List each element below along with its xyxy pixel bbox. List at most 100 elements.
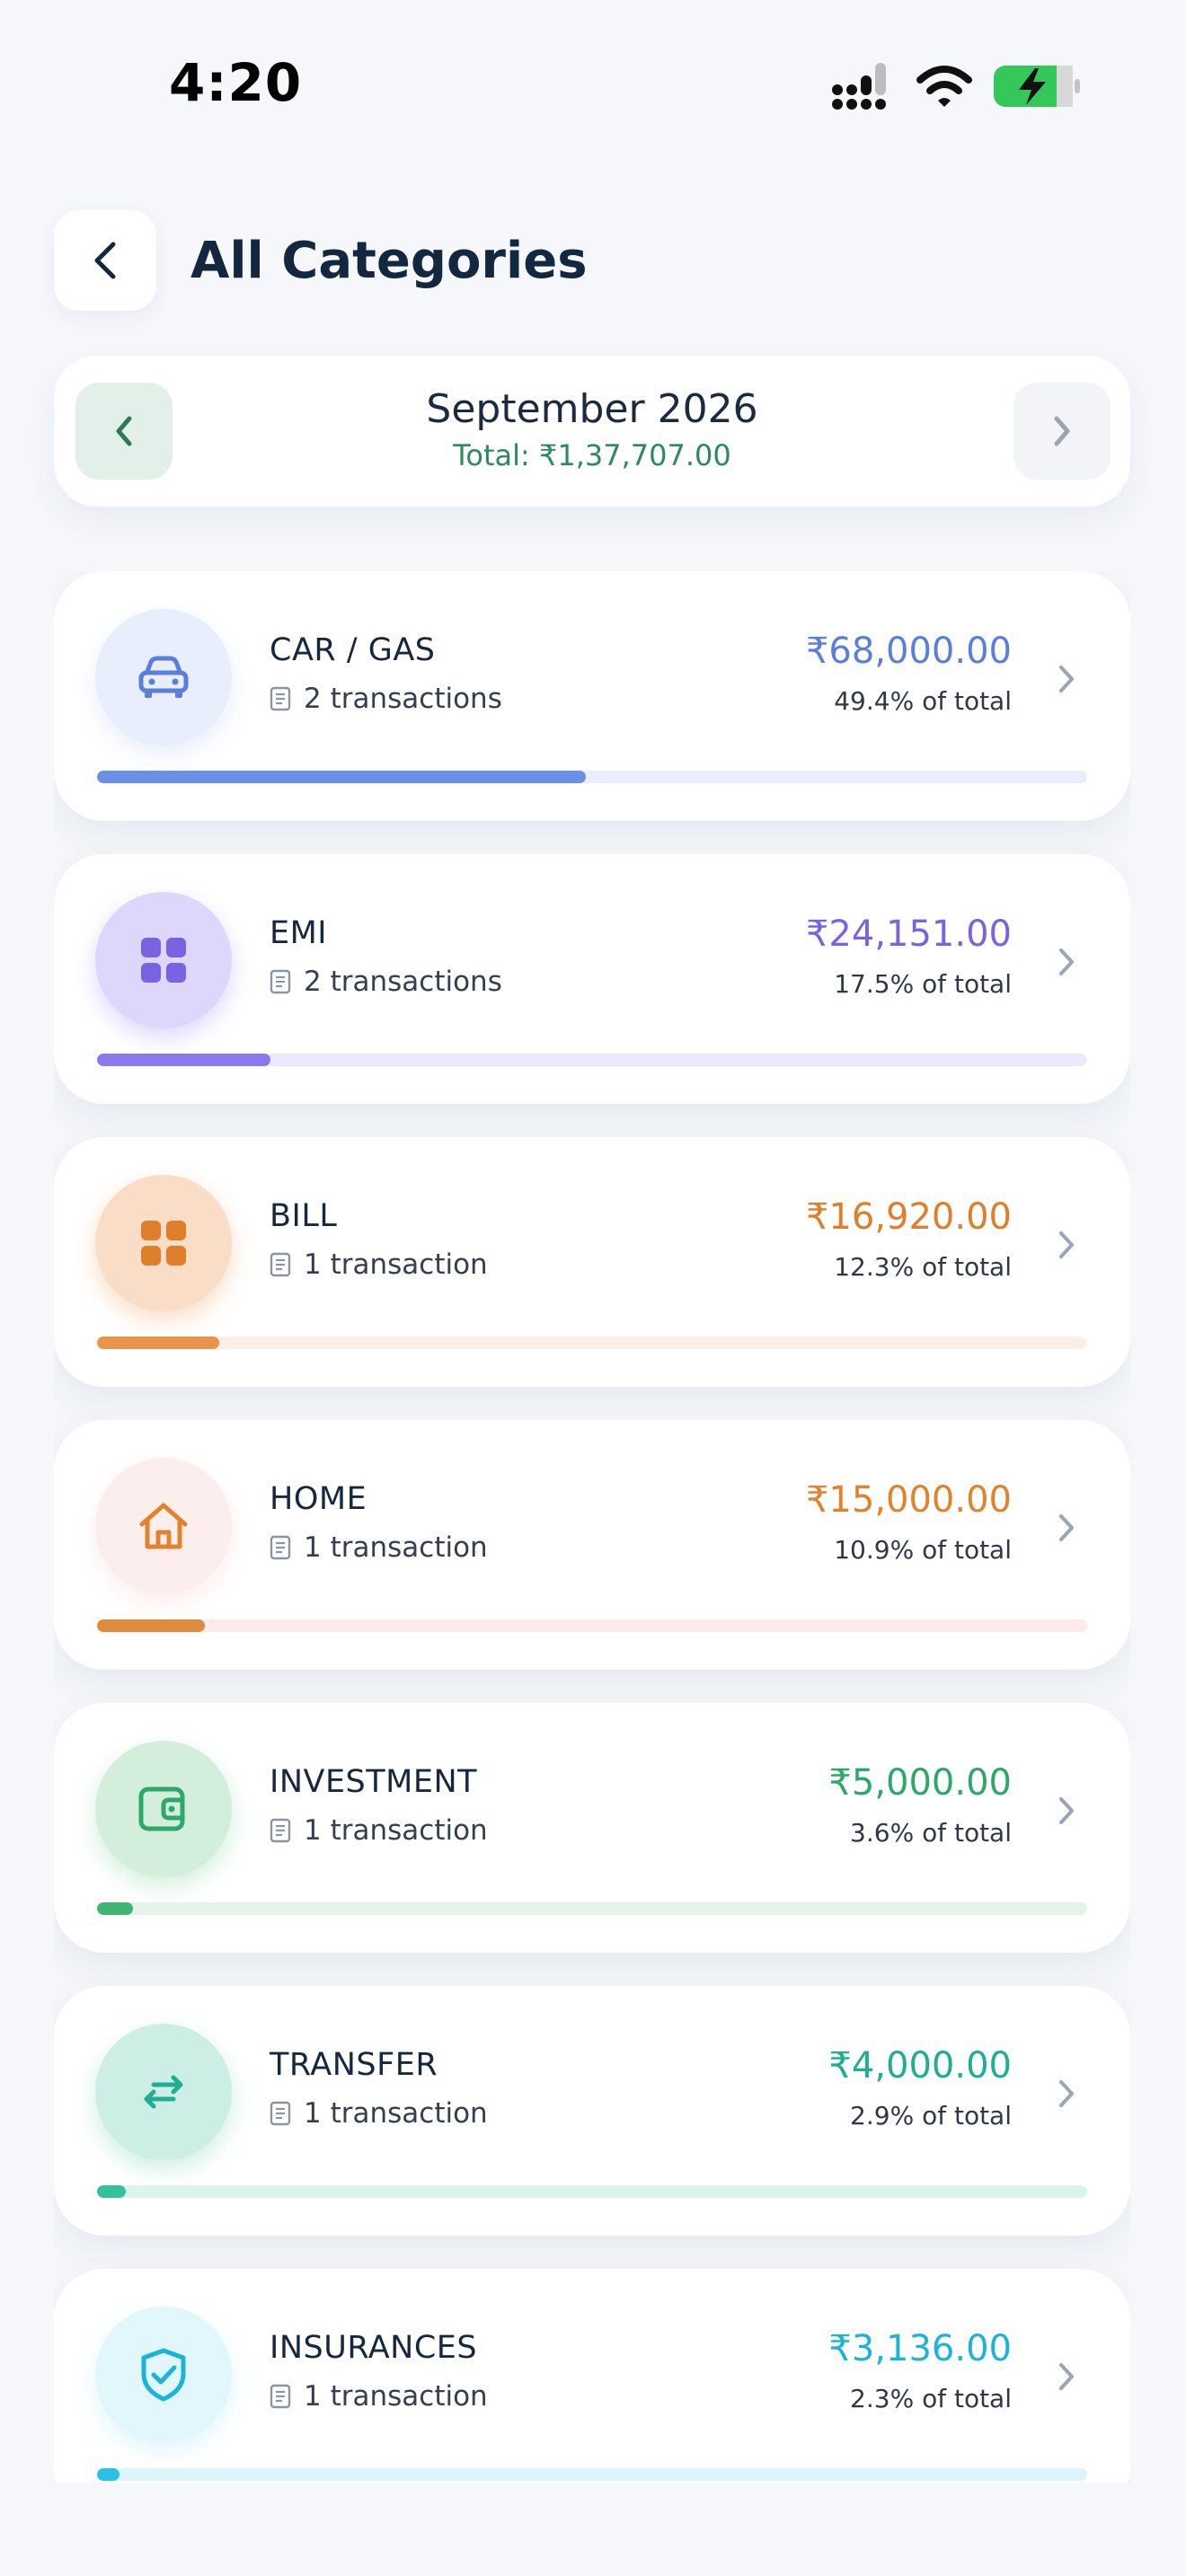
battery-charging-icon [994, 66, 1080, 107]
category-percent: 17.5% of total [834, 969, 1012, 999]
header: All Categories [54, 210, 588, 311]
status-icons [832, 63, 1082, 110]
category-name: EMI [270, 915, 328, 951]
category-card[interactable]: INVESTMENT 1 transaction ₹5,000.00 3.6% … [54, 1703, 1130, 1953]
category-card[interactable]: CAR / GAS 2 transactions ₹68,000.00 49.4… [54, 571, 1130, 821]
transaction-count-label: 1 transaction [304, 2097, 488, 2130]
category-card[interactable]: EMI 2 transactions ₹24,151.00 17.5% of t… [54, 854, 1130, 1104]
car-icon [136, 654, 191, 701]
next-month-button[interactable] [1013, 383, 1111, 480]
progress-track [97, 1337, 1087, 1349]
progress-track [97, 1902, 1087, 1915]
progress-fill [97, 2185, 126, 2198]
chevron-right-icon [1053, 2359, 1080, 2395]
category-amount: ₹68,000.00 [805, 631, 1012, 672]
progress-fill [97, 1902, 133, 1915]
wifi-icon [916, 66, 972, 107]
progress-track [97, 771, 1087, 783]
month-total: Total: ₹1,37,707.00 [453, 438, 731, 472]
month-label: September 2026 [426, 386, 758, 432]
category-name: BILL [270, 1198, 338, 1234]
chevron-right-icon [1053, 2076, 1080, 2112]
category-percent: 3.6% of total [850, 1818, 1012, 1848]
receipt-icon [270, 2101, 291, 2126]
progress-fill [97, 1054, 270, 1066]
category-percent: 10.9% of total [834, 1535, 1012, 1565]
category-list: CAR / GAS 2 transactions ₹68,000.00 49.4… [54, 571, 1130, 2483]
receipt-icon [270, 1535, 291, 1560]
category-amount: ₹4,000.00 [828, 2045, 1012, 2086]
chevron-right-icon [1053, 1793, 1080, 1829]
category-card[interactable]: INSURANCES 1 transaction ₹3,136.00 2.3% … [54, 2269, 1130, 2483]
home-icon [137, 1501, 190, 1551]
category-icon-badge [95, 1175, 232, 1311]
transaction-count-label: 2 transactions [304, 683, 502, 715]
category-name: TRANSFER [270, 2047, 438, 2083]
transaction-count: 2 transactions [270, 683, 502, 715]
back-button[interactable] [54, 210, 156, 311]
wallet-icon [137, 1784, 190, 1834]
category-card[interactable]: BILL 1 transaction ₹16,920.00 12.3% of t… [54, 1137, 1130, 1387]
category-percent: 2.9% of total [850, 2101, 1012, 2130]
chevron-right-icon [1053, 1510, 1080, 1546]
chevron-right-icon [1053, 944, 1080, 980]
progress-fill [97, 771, 586, 783]
month-selector: September 2026 Total: ₹1,37,707.00 [54, 356, 1130, 507]
category-name: HOME [270, 1481, 367, 1517]
transaction-count: 1 transaction [270, 1814, 488, 1847]
transaction-count-label: 1 transaction [304, 1531, 488, 1564]
progress-fill [97, 1337, 219, 1349]
shield-check-icon [138, 2347, 189, 2403]
progress-fill [97, 2468, 119, 2481]
category-card[interactable]: HOME 1 transaction ₹15,000.00 10.9% of t… [54, 1420, 1130, 1670]
category-amount: ₹24,151.00 [805, 913, 1012, 955]
transaction-count: 2 transactions [270, 966, 502, 998]
screen: 4:20 All Categories September 2026 Total… [0, 0, 1186, 2576]
transaction-count-label: 2 transactions [304, 966, 502, 998]
status-time: 4:20 [169, 52, 303, 113]
progress-track [97, 2468, 1087, 2481]
transaction-count: 1 transaction [270, 2097, 488, 2130]
transaction-count-label: 1 transaction [304, 2380, 488, 2413]
receipt-icon [270, 969, 291, 994]
transaction-count: 1 transaction [270, 1531, 488, 1564]
chevron-right-icon [1053, 661, 1080, 697]
receipt-icon [270, 1818, 291, 1843]
category-icon-badge [95, 2024, 232, 2160]
category-icon-badge [95, 1741, 232, 1877]
grid-icon [138, 935, 189, 985]
transaction-count-label: 1 transaction [304, 1248, 488, 1281]
progress-track [97, 1619, 1087, 1632]
chevron-right-icon [1053, 1227, 1080, 1263]
category-percent: 49.4% of total [834, 686, 1012, 716]
progress-fill [97, 1619, 205, 1632]
transaction-count: 1 transaction [270, 1248, 488, 1281]
category-icon-badge [95, 892, 232, 1028]
category-percent: 12.3% of total [834, 1252, 1012, 1282]
category-card[interactable]: TRANSFER 1 transaction ₹4,000.00 2.9% of… [54, 1986, 1130, 2236]
page-title: All Categories [190, 231, 588, 290]
category-percent: 2.3% of total [850, 2384, 1012, 2413]
category-icon-badge [95, 1458, 232, 1594]
category-amount: ₹16,920.00 [805, 1196, 1012, 1238]
category-name: INVESTMENT [270, 1764, 478, 1800]
transfer-arrows-icon [137, 2072, 190, 2112]
category-name: INSURANCES [270, 2330, 478, 2366]
status-bar: 4:20 [0, 0, 1186, 135]
category-icon-badge [95, 609, 232, 745]
category-icon-badge [95, 2307, 232, 2443]
receipt-icon [270, 686, 291, 711]
cellular-signal-icon [832, 63, 886, 110]
progress-track [97, 1054, 1087, 1066]
receipt-icon [270, 2384, 291, 2409]
category-amount: ₹3,136.00 [828, 2328, 1012, 2369]
category-amount: ₹5,000.00 [828, 1762, 1012, 1804]
chevron-left-icon [94, 242, 116, 279]
transaction-count: 1 transaction [270, 2380, 488, 2413]
category-amount: ₹15,000.00 [805, 1479, 1012, 1521]
transaction-count-label: 1 transaction [304, 1814, 488, 1847]
progress-track [97, 2185, 1087, 2198]
chevron-right-icon [1054, 416, 1070, 446]
category-name: CAR / GAS [270, 632, 436, 668]
grid-icon [138, 1218, 189, 1268]
